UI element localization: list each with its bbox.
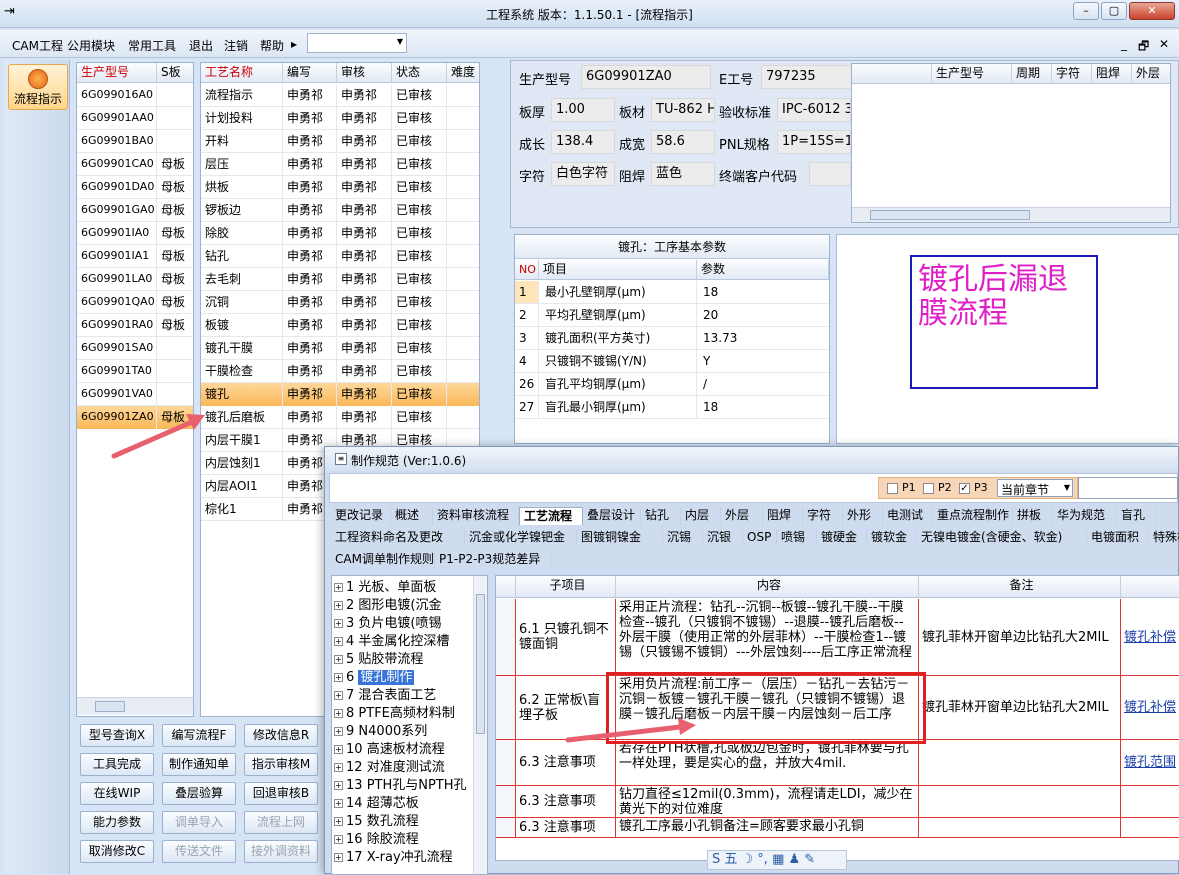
arrow-right-head <box>678 718 696 735</box>
arrow-right-line <box>565 724 683 743</box>
annotation-arrows <box>111 414 696 743</box>
arrow-left-line <box>111 419 195 459</box>
